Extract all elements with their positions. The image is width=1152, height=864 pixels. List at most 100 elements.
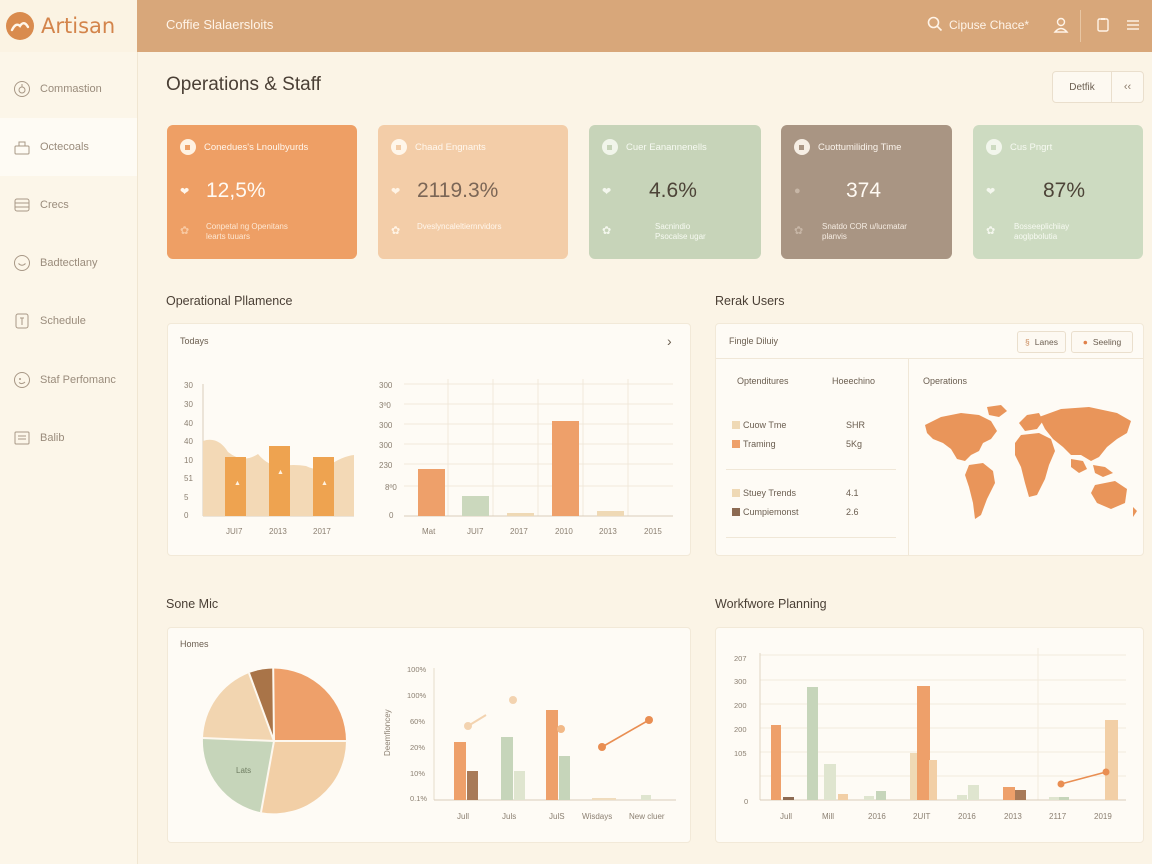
- bar: [1059, 797, 1069, 800]
- bar: [501, 737, 513, 800]
- section-title-users: Rerak Users: [715, 294, 785, 308]
- legend-swatch: [732, 489, 740, 497]
- y-tick: 30: [184, 381, 193, 390]
- user-icon[interactable]: [1053, 16, 1069, 39]
- operational-panel: Todays › 30 30 40 40 10 51 5 0 ▲ ▲ ▲ JUI…: [167, 323, 691, 556]
- bar: [641, 795, 651, 800]
- section-title-operational: Operational Pllamence: [166, 294, 293, 308]
- kpi-header: Chaad Engnants: [391, 139, 486, 155]
- y-tick: 300: [734, 677, 747, 686]
- details-button-group: Detfik ‹‹: [1052, 71, 1144, 103]
- kpi-card-4[interactable]: Cuottumiliding Time ● 374 ✿ Snatdo COR u…: [781, 125, 952, 259]
- section-title-mix: Sone Mic: [166, 597, 219, 611]
- document-icon: [13, 312, 31, 330]
- menu-icon[interactable]: [1125, 16, 1141, 39]
- y-tick: 105: [734, 749, 747, 758]
- filter-icon: §: [1025, 337, 1030, 347]
- bar: [507, 513, 534, 516]
- x-tick: 2019: [1094, 812, 1112, 821]
- y-tick: 8º0: [385, 483, 397, 492]
- x-tick: 2013: [1004, 812, 1022, 821]
- y-tick: 0.1%: [410, 794, 427, 803]
- operational-charts: 30 30 40 40 10 51 5 0 ▲ ▲ ▲ JUI7 2013 20…: [184, 379, 673, 536]
- sidebar-item-staf-perfomanc[interactable]: Staf Perfomanc: [0, 351, 137, 409]
- x-tick: New cluer: [629, 812, 665, 821]
- x-tick: 2117: [1049, 812, 1067, 821]
- search-input[interactable]: Cipuse Chace*: [949, 18, 1029, 32]
- x-tick: Wisdays: [582, 812, 612, 821]
- kpi-subtext: Snatdo COR u/lucmatar planvis: [822, 222, 907, 241]
- clipboard-icon[interactable]: [1095, 16, 1111, 39]
- pie-slice: [273, 668, 346, 741]
- bar: [1049, 797, 1059, 800]
- bar: [1105, 720, 1118, 800]
- leaf-icon: ✿: [602, 225, 612, 237]
- collapse-button[interactable]: ‹‹: [1112, 72, 1143, 102]
- divider: [726, 469, 896, 470]
- kpi-card-2[interactable]: Chaad Engnants ❤ 2119.3% ✿ Dveslyncalelt…: [378, 125, 568, 259]
- coffee-cup-icon: [986, 139, 1002, 155]
- kpi-title: Cuer Eanannenells: [626, 141, 707, 153]
- legend-swatch: [732, 421, 740, 429]
- kpi-card-3[interactable]: Cuer Eanannenells ❤ 4.6% ✿ Sacnindio Pso…: [589, 125, 761, 259]
- brand-logo[interactable]: Artisan: [0, 0, 137, 52]
- bar: [467, 771, 478, 800]
- divider: [716, 358, 1143, 359]
- kpi-value: 374: [846, 179, 882, 202]
- sidebar-item-commastion[interactable]: Commastion: [0, 60, 137, 118]
- pie-label: Lats: [236, 766, 251, 775]
- y-tick: 300: [379, 441, 393, 450]
- bar: [1003, 787, 1015, 800]
- x-tick: JUI7: [467, 527, 484, 536]
- kpi-header: Cuer Eanannenells: [602, 139, 707, 155]
- kpi-card-1[interactable]: Conedues's Lnoulbyurds ❤ 12,5% ✿ Conpeta…: [167, 125, 357, 259]
- users-panel: Fingle Diluiy § Lanes ● Seeling Optenditur…: [715, 323, 1144, 556]
- kpi-card-5[interactable]: Cus Pngrt ❤ 87% ✿ Bosseeplichiiay aoglpb…: [973, 125, 1143, 259]
- legend-label: Cuow Tme: [743, 420, 787, 430]
- x-tick: 2016: [868, 812, 886, 821]
- section-title-workforce: Workfwore Planning: [715, 597, 827, 611]
- y-tick: 60%: [410, 717, 425, 726]
- sidebar-item-label: Octecoals: [40, 141, 89, 153]
- y-tick: 40: [184, 419, 193, 428]
- bar: [929, 760, 937, 800]
- sidebar-item-label: Badtectlany: [40, 257, 98, 269]
- seeling-button[interactable]: ● Seeling: [1071, 331, 1133, 353]
- sidebar-item-octecoals[interactable]: Octecoals: [0, 118, 137, 176]
- y-tick: 230: [379, 461, 393, 470]
- legend-value: 5Kg: [846, 439, 863, 449]
- search-icon[interactable]: [927, 16, 943, 37]
- y-tick: 0: [744, 797, 748, 806]
- bar-marker: ▲: [234, 480, 241, 487]
- bar: [876, 791, 886, 800]
- sidebar-item-label: Balib: [40, 432, 65, 444]
- kpi-value: 2119.3%: [417, 179, 499, 202]
- y-tick: 300: [379, 421, 393, 430]
- y-tick: 200: [734, 725, 747, 734]
- sidebar-item-badtectlany[interactable]: Badtectlany: [0, 234, 137, 292]
- x-tick: 2015: [644, 527, 662, 536]
- y-tick: 100%: [407, 691, 427, 700]
- line-point: [1102, 768, 1110, 776]
- topbar-divider: [1080, 10, 1081, 42]
- details-button[interactable]: Detfik: [1053, 72, 1112, 102]
- sidebar-item-label: Schedule: [40, 315, 86, 327]
- y-tick: 5: [184, 493, 189, 502]
- dot-icon: ●: [1082, 337, 1088, 347]
- bar: [968, 785, 979, 800]
- workforce-chart: 207 300 200 200 105 0 Jull Mill 2016 2UI…: [734, 648, 1126, 821]
- legend-swatch: [732, 440, 740, 448]
- sidebar-item-balib[interactable]: Balib: [0, 409, 137, 467]
- bar: [418, 469, 445, 516]
- bar: [559, 756, 570, 800]
- column-header: Optenditures: [737, 376, 789, 386]
- bar: [552, 421, 579, 516]
- x-tick: 2013: [269, 527, 287, 536]
- lanes-button[interactable]: § Lanes: [1017, 331, 1066, 353]
- y-tick: 40: [184, 437, 193, 446]
- y-axis-label: Deemfioncey: [383, 709, 392, 756]
- sidebar-item-schedule[interactable]: Schedule: [0, 292, 137, 350]
- x-tick: Jull: [780, 812, 792, 821]
- artisan-logo-icon: [6, 12, 34, 40]
- sidebar-item-crecs[interactable]: Crecs: [0, 176, 137, 234]
